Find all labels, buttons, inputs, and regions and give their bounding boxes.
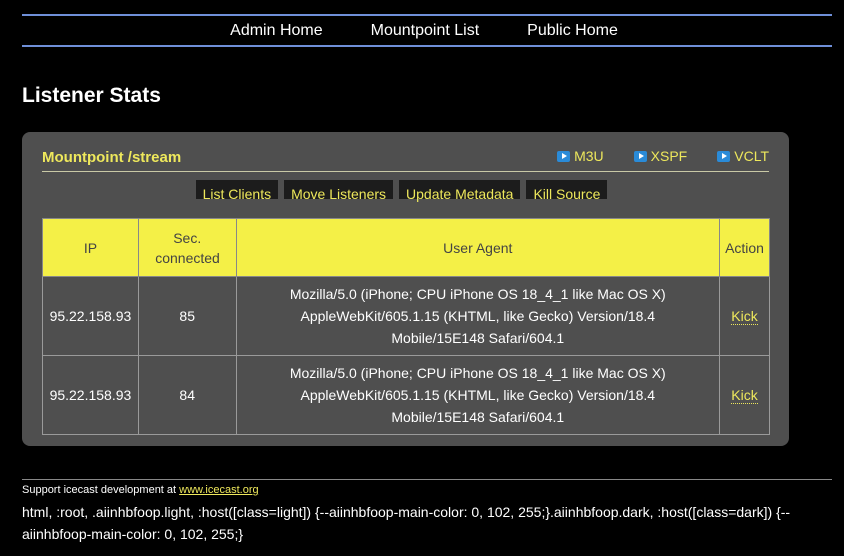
listeners-table: IP Sec. connected User Agent Action 95.2… — [42, 218, 770, 435]
vclt-link[interactable]: VCLT — [717, 148, 769, 164]
m3u-label: M3U — [574, 148, 604, 164]
footer-divider — [22, 479, 832, 480]
play-icon — [557, 150, 571, 162]
cell-action: Kick — [719, 355, 770, 435]
playlist-links: M3U XSPF VCLT — [527, 148, 769, 164]
col-header-sec-connected: Sec. connected — [137, 218, 237, 277]
move-listeners-button[interactable]: Move Listeners — [284, 180, 394, 202]
icecast-link[interactable]: www.icecast.org — [179, 484, 258, 496]
cell-user-agent: Mozilla/5.0 (iPhone; CPU iPhone OS 18_4_… — [235, 355, 721, 435]
cell-sec-connected: 84 — [137, 355, 237, 435]
xspf-label: XSPF — [650, 148, 688, 164]
nav-mountpoint-list[interactable]: Mountpoint List — [347, 22, 504, 40]
cell-user-agent: Mozilla/5.0 (iPhone; CPU iPhone OS 18_4_… — [235, 276, 721, 356]
nav-public-home[interactable]: Public Home — [503, 22, 642, 40]
support-text: Support icecast development at — [22, 484, 177, 496]
top-nav: Admin Home Mountpoint List Public Home — [22, 14, 832, 47]
col-header-action: Action — [719, 218, 770, 277]
list-clients-button[interactable]: List Clients — [195, 180, 279, 202]
user-agent-text: Mozilla/5.0 (iPhone; CPU iPhone OS 18_4_… — [289, 286, 666, 346]
mountpoint-header: Mountpoint /stream M3U XSPF VCLT — [42, 147, 769, 172]
col-header-sec-connected-label: Sec. connected — [155, 229, 220, 266]
vclt-label: VCLT — [734, 148, 769, 164]
m3u-link[interactable]: M3U — [557, 148, 604, 164]
mountpoint-panel: Mountpoint /stream M3U XSPF VCLT List Cl… — [22, 132, 789, 446]
page-title: Listener Stats — [22, 84, 161, 107]
kick-link[interactable]: Kick — [731, 387, 758, 404]
xspf-link[interactable]: XSPF — [633, 148, 688, 164]
col-header-user-agent: User Agent — [235, 218, 721, 277]
cell-sec-connected: 85 — [137, 276, 237, 356]
nav-admin-home[interactable]: Admin Home — [206, 22, 346, 40]
cell-action: Kick — [719, 276, 770, 356]
user-agent-text: Mozilla/5.0 (iPhone; CPU iPhone OS 18_4_… — [289, 365, 666, 425]
table-row: 95.22.158.93 85 Mozilla/5.0 (iPhone; CPU… — [42, 276, 770, 356]
kill-source-button[interactable]: Kill Source — [526, 180, 608, 202]
leaked-css-text: html, :root, .aiinhbfoop.light, :host([c… — [22, 504, 791, 542]
support-line: Support icecast development at www.iceca… — [22, 484, 259, 496]
kick-link[interactable]: Kick — [731, 308, 758, 325]
mountpoint-actions: List Clients Move Listeners Update Metad… — [22, 180, 789, 202]
mountpoint-title: Mountpoint /stream — [42, 149, 182, 166]
update-metadata-button[interactable]: Update Metadata — [399, 180, 521, 202]
cell-ip: 95.22.158.93 — [42, 355, 139, 435]
play-icon — [717, 150, 731, 162]
table-header-row: IP Sec. connected User Agent Action — [42, 218, 770, 277]
table-row: 95.22.158.93 84 Mozilla/5.0 (iPhone; CPU… — [42, 355, 770, 435]
col-header-ip: IP — [42, 218, 139, 277]
cell-ip: 95.22.158.93 — [42, 276, 139, 356]
play-icon — [633, 150, 647, 162]
